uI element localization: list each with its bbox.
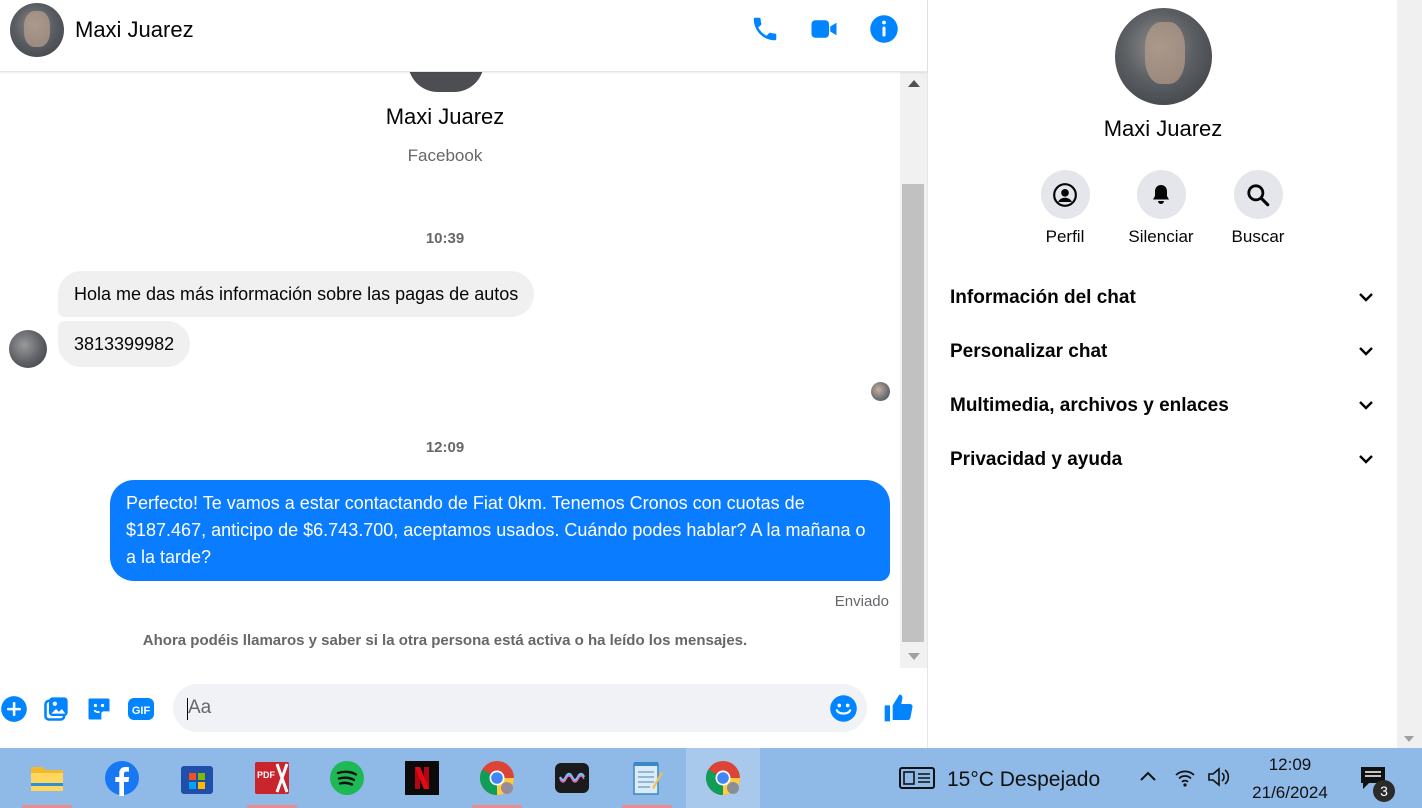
notepad-app[interactable] (610, 748, 684, 808)
mute-label: Silenciar (1128, 227, 1194, 246)
netflix-app[interactable] (385, 748, 459, 808)
section-chat-info[interactable]: Información del chat (950, 279, 1380, 319)
folder-icon (31, 767, 63, 791)
chrome-app[interactable] (460, 748, 534, 808)
contact-avatar-large (408, 72, 484, 92)
avatar[interactable] (10, 3, 64, 57)
contact-name: Maxi Juarez (385, 104, 505, 129)
chevron-down-icon (1359, 401, 1373, 410)
waveform-app-icon (555, 763, 589, 793)
pdf-icon: PDF (255, 762, 289, 794)
pdf-x-app[interactable]: PDF (235, 748, 309, 808)
file-explorer-app[interactable] (10, 748, 84, 808)
profile-label: Perfil (1045, 227, 1085, 246)
plus-icon[interactable] (0, 695, 28, 723)
notepad-icon (633, 762, 663, 795)
messenger-window: Maxi Juarez Maxi Juarez Facebook 10:39 H… (0, 0, 1422, 808)
emoji-icon[interactable] (829, 694, 858, 723)
facebook-icon (105, 761, 139, 796)
conversation-details-panel: Maxi Juarez Perfil Silenciar Buscar Info… (927, 0, 1397, 748)
notification-count-badge: 3 (1373, 780, 1395, 802)
avatar[interactable] (1115, 8, 1212, 105)
weather-label[interactable]: 15°C Despejado (947, 768, 1100, 792)
section-customize-chat[interactable]: Personalizar chat (950, 333, 1380, 373)
thread-scrollbar[interactable] (900, 72, 927, 668)
outgoing-message[interactable]: Perfecto! Te vamos a estar contactando d… (110, 480, 890, 581)
chrome-icon (480, 761, 514, 795)
mute-button[interactable]: Silenciar (1121, 170, 1201, 247)
netflix-icon (405, 761, 439, 795)
info-icon[interactable] (869, 14, 899, 44)
facebook-app[interactable] (85, 748, 159, 808)
section-media-files-links[interactable]: Multimedia, archivos y enlaces (950, 387, 1380, 427)
contact-source: Facebook (407, 146, 483, 165)
chrome-icon (706, 761, 740, 795)
info-notice: Ahora podéis llamaros y saber si la otra… (142, 632, 748, 649)
volume-icon[interactable] (1207, 766, 1231, 788)
like-thumbs-up-icon[interactable] (882, 692, 914, 724)
media-app[interactable] (535, 748, 609, 808)
store-icon (181, 766, 213, 794)
scroll-thumb[interactable] (902, 184, 924, 642)
section-label: Información del chat (950, 287, 1136, 308)
chat-pane: Maxi Juarez Maxi Juarez Facebook 10:39 H… (0, 0, 927, 748)
gif-icon[interactable]: GIF (127, 695, 155, 723)
search-button[interactable]: Buscar (1218, 170, 1298, 247)
chat-header: Maxi Juarez (0, 0, 927, 72)
timestamp: 10:39 (425, 230, 465, 247)
incoming-message[interactable]: 3813399982 (58, 321, 191, 367)
chevron-up-icon[interactable] (1139, 770, 1157, 782)
conversation-title[interactable]: Maxi Juarez (75, 17, 194, 43)
message-composer: GIF (0, 668, 927, 748)
bell-icon (1153, 184, 1169, 204)
wifi-icon[interactable] (1174, 766, 1196, 788)
clock-date[interactable]: 21/6/2024 (1243, 783, 1337, 803)
scroll-down-arrow-icon[interactable] (908, 653, 920, 660)
chevron-down-icon (1359, 293, 1373, 302)
svg-text:GIF: GIF (132, 705, 151, 717)
video-call-icon[interactable] (809, 14, 839, 44)
section-label: Personalizar chat (950, 341, 1108, 362)
seen-indicator-avatar (871, 382, 890, 401)
contact-name: Maxi Juarez (1103, 116, 1223, 141)
chevron-down-icon (1359, 347, 1373, 356)
spotify-app[interactable] (310, 748, 384, 808)
window-scrollbar[interactable] (1397, 0, 1422, 748)
section-label: Multimedia, archivos y enlaces (950, 395, 1229, 416)
weather-icon[interactable] (899, 766, 935, 790)
message-status: Enviado (834, 593, 889, 610)
timestamp: 12:09 (425, 439, 465, 456)
microsoft-store-app[interactable] (160, 748, 234, 808)
message-input[interactable] (173, 684, 867, 732)
avatar[interactable] (9, 330, 47, 368)
svg-text:PDF: PDF (257, 770, 276, 780)
profile-button[interactable]: Perfil (1025, 170, 1105, 247)
text-caret (187, 698, 188, 720)
message-thread[interactable]: Maxi Juarez Facebook 10:39 Hola me das m… (0, 72, 900, 668)
incoming-message[interactable]: Hola me das más información sobre las pa… (58, 271, 535, 317)
section-privacy-help[interactable]: Privacidad y ayuda (950, 441, 1380, 481)
spotify-icon (330, 761, 364, 795)
phone-icon[interactable] (750, 14, 780, 44)
profile-icon (1053, 182, 1077, 207)
sticker-icon[interactable] (85, 695, 113, 723)
search-icon (1247, 183, 1270, 206)
section-label: Privacidad y ayuda (950, 449, 1123, 470)
search-label: Buscar (1231, 227, 1285, 246)
windows-taskbar: PDF 15°C Despejado 12:09 21/6/2024 (0, 748, 1422, 808)
clock-time[interactable]: 12:09 (1248, 755, 1332, 775)
photo-icon[interactable] (42, 695, 70, 723)
chevron-down-icon (1359, 455, 1373, 464)
scroll-down-arrow-icon[interactable] (1404, 736, 1414, 742)
scroll-up-arrow-icon[interactable] (908, 80, 920, 87)
chrome-app-active[interactable] (686, 748, 760, 808)
